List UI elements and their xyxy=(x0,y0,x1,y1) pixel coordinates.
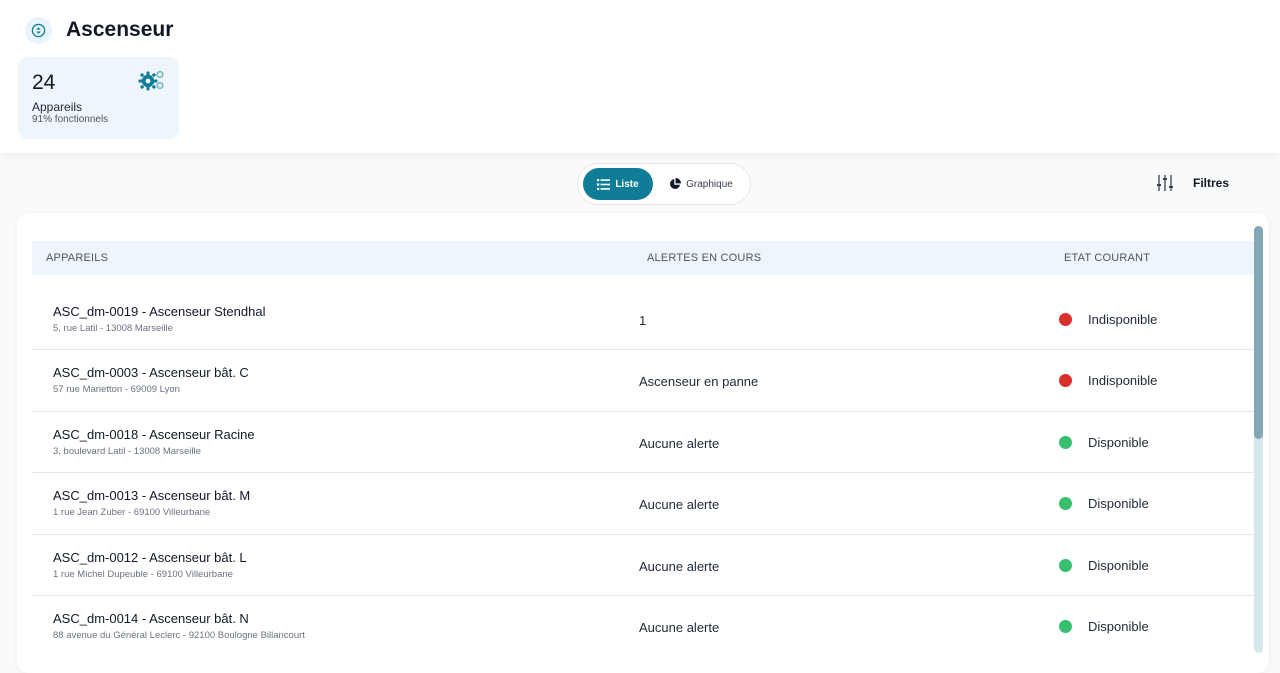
device-alert: Aucune alerte xyxy=(639,558,720,574)
sliders-icon xyxy=(1157,175,1173,191)
device-state-label: Disponible xyxy=(1088,434,1149,450)
column-header-devices[interactable]: APPAREILS xyxy=(46,252,108,264)
chart-view-button[interactable]: Graphique xyxy=(660,168,742,200)
device-address: 88 avenue du Général Leclerc - 92100 Bou… xyxy=(53,629,305,641)
device-name: ASC_dm-0014 - Ascenseur bât. N xyxy=(53,610,249,626)
table-scrollbar[interactable] xyxy=(1254,226,1263,653)
status-dot xyxy=(1059,619,1072,633)
device-alert: Aucune alerte xyxy=(639,619,720,635)
table-header: APPAREILS ALERTES EN COURS ETAT COURANT xyxy=(32,241,1255,275)
elevator-icon xyxy=(25,17,52,44)
table-body: ASC_dm-0019 - Ascenseur Stendhal 5, rue … xyxy=(32,289,1255,657)
table-row[interactable]: ASC_dm-0018 - Ascenseur Racine 3, boulev… xyxy=(32,412,1255,474)
device-name: ASC_dm-0019 - Ascenseur Stendhal xyxy=(53,304,266,319)
devices-functional-ratio: 91% fonctionnels xyxy=(32,114,109,125)
status-dot xyxy=(1059,435,1072,449)
status-dot xyxy=(1059,313,1072,326)
device-alert: Ascenseur en panne xyxy=(639,374,759,390)
list-icon xyxy=(597,178,611,190)
view-toggle: Liste Graphique xyxy=(577,163,751,205)
chart-view-label: Graphique xyxy=(686,178,733,190)
device-address: 3, boulevard Latil - 13008 Marseille xyxy=(53,445,201,457)
list-view-button[interactable]: Liste xyxy=(583,168,653,200)
device-state-label: Indisponible xyxy=(1088,373,1158,389)
device-name: ASC_dm-0012 - Ascenseur bât. L xyxy=(53,549,247,565)
device-state-label: Indisponible xyxy=(1088,312,1158,327)
device-state: Indisponible xyxy=(1059,373,1157,388)
device-alert: Aucune alerte xyxy=(639,497,720,513)
devices-table-panel: APPAREILS ALERTES EN COURS ETAT COURANT … xyxy=(17,213,1269,673)
device-state: Disponible xyxy=(1059,558,1149,573)
gears-icon xyxy=(138,69,166,93)
devices-stat-card[interactable]: 24 Appareils 91% fonctionnels xyxy=(18,57,179,139)
column-header-state[interactable]: ETAT COURANT xyxy=(1064,252,1150,264)
device-state-label: Disponible xyxy=(1088,618,1149,634)
device-state: Disponible xyxy=(1059,435,1149,450)
device-name: ASC_dm-0018 - Ascenseur Racine xyxy=(53,426,255,442)
table-row[interactable]: ASC_dm-0003 - Ascenseur bât. C 57 rue Ma… xyxy=(32,350,1255,412)
table-row[interactable]: ASC_dm-0019 - Ascenseur Stendhal 5, rue … xyxy=(32,289,1255,351)
status-dot xyxy=(1059,497,1072,511)
pie-chart-icon xyxy=(670,178,682,189)
devices-count: 24 xyxy=(32,71,56,94)
device-state: Disponible xyxy=(1059,619,1149,634)
device-state-label: Disponible xyxy=(1088,496,1149,512)
table-row[interactable]: ASC_dm-0012 - Ascenseur bât. L 1 rue Mic… xyxy=(32,535,1255,596)
device-address: 5, rue Latil - 13008 Marseille xyxy=(53,323,173,334)
page-title: Ascenseur xyxy=(66,18,174,41)
device-address: 1 rue Michel Dupeuble - 69100 Villeurban… xyxy=(53,568,233,580)
devices-label: Appareils xyxy=(32,100,83,114)
device-name: ASC_dm-0003 - Ascenseur bât. C xyxy=(53,365,249,381)
filters-button[interactable]: Filtres xyxy=(1155,170,1235,196)
list-view-label: Liste xyxy=(615,178,639,190)
column-header-alerts[interactable]: ALERTES EN COURS xyxy=(647,252,761,264)
summary-header: Ascenseur 24 Appareils 91% fonctionnels xyxy=(0,0,1280,153)
filters-label: Filtres xyxy=(1193,176,1230,190)
device-state: Disponible xyxy=(1059,496,1149,511)
table-row[interactable]: ASC_dm-0013 - Ascenseur bât. M 1 rue Jea… xyxy=(32,473,1255,535)
device-state-label: Disponible xyxy=(1088,557,1149,573)
device-address: 1 rue Jean Zuber - 69100 Villeurbane xyxy=(53,507,211,519)
device-name: ASC_dm-0013 - Ascenseur bât. M xyxy=(53,488,251,504)
device-address: 57 rue Marietton - 69009 Lyon xyxy=(53,384,180,396)
status-dot xyxy=(1059,374,1072,388)
device-alert: 1 xyxy=(639,313,647,328)
table-scrollbar-thumb[interactable] xyxy=(1254,226,1263,439)
status-dot xyxy=(1059,558,1072,572)
device-state: Indisponible xyxy=(1059,312,1157,327)
table-row[interactable]: ASC_dm-0014 - Ascenseur bât. N 88 avenue… xyxy=(32,596,1255,657)
device-alert: Aucune alerte xyxy=(639,435,720,451)
